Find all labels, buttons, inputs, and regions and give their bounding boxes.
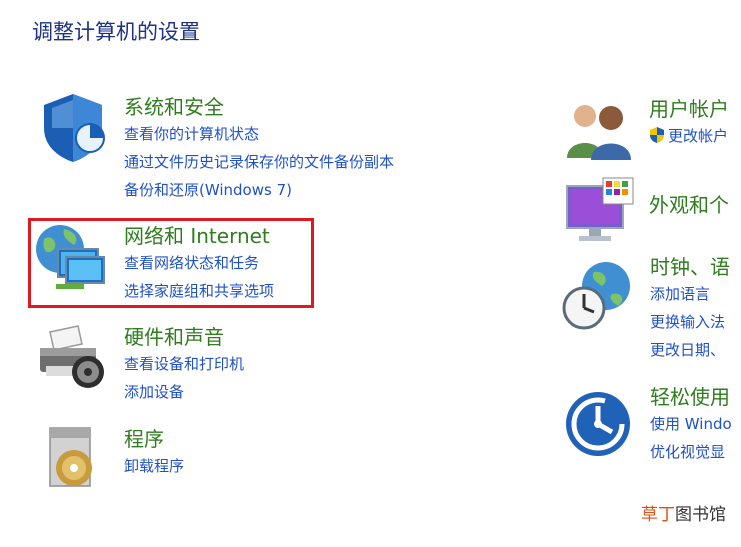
link-use-windows[interactable]: 使用 Windo: [650, 410, 732, 438]
category-title-appearance[interactable]: 外观和个: [649, 192, 729, 218]
link-file-history-backup[interactable]: 通过文件历史记录保存你的文件备份副本: [124, 148, 394, 176]
link-add-language[interactable]: 添加语言: [650, 280, 730, 308]
link-add-device[interactable]: 添加设备: [124, 378, 244, 406]
link-uninstall-program[interactable]: 卸载程序: [124, 452, 184, 480]
shield-icon: [44, 94, 105, 162]
link-optimize-visual[interactable]: 优化视觉显: [650, 438, 732, 466]
watermark: 草丁图书馆: [641, 500, 726, 525]
category-title-ease-of-access[interactable]: 轻松使用: [650, 384, 732, 410]
watermark-part2: 图书馆: [675, 505, 726, 525]
link-change-account[interactable]: 更改帐户: [649, 122, 729, 150]
clock-globe-icon: [562, 262, 630, 330]
link-view-computer-status[interactable]: 查看你的计算机状态: [124, 120, 394, 148]
category-title-clock-language[interactable]: 时钟、语: [650, 254, 730, 280]
category-title-system-security[interactable]: 系统和安全: [124, 94, 394, 120]
watermark-part1: 草丁: [641, 505, 675, 525]
link-change-account-label: 更改帐户: [668, 127, 729, 145]
link-devices-printers[interactable]: 查看设备和打印机: [124, 350, 244, 378]
ease-of-access-icon: [566, 392, 630, 456]
link-change-input-method[interactable]: 更换输入法: [650, 308, 730, 336]
page-title: 调整计算机的设置: [32, 20, 200, 44]
category-title-hardware-sound[interactable]: 硬件和声音: [124, 324, 244, 350]
category-title-user-accounts[interactable]: 用户帐户: [649, 96, 729, 122]
link-change-date[interactable]: 更改日期、: [650, 336, 730, 364]
uac-shield-icon: [650, 127, 664, 143]
printer-icon: [40, 325, 104, 388]
appearance-icon: [566, 177, 634, 241]
link-backup-restore[interactable]: 备份和还原(Windows 7): [124, 176, 394, 204]
category-title-programs[interactable]: 程序: [124, 426, 184, 452]
programs-icon: [49, 427, 92, 487]
users-icon: [567, 105, 631, 160]
highlight-box: [28, 218, 314, 308]
